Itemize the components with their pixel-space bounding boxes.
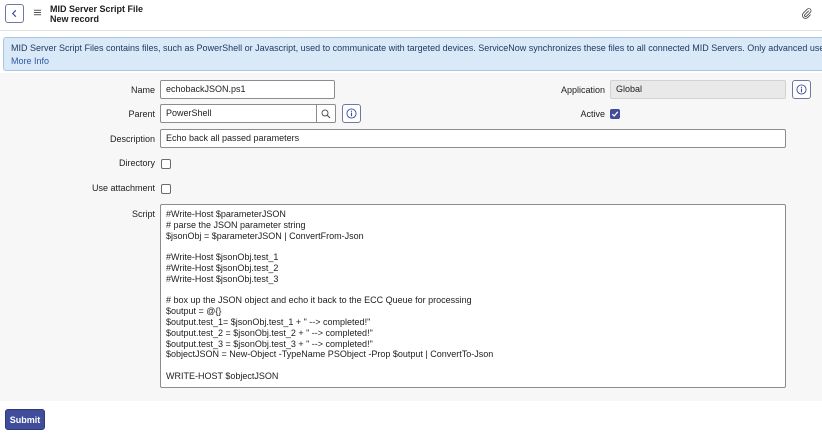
banner-text: MID Server Script Files contains files, …: [11, 43, 822, 53]
script-line: $output.test_1= $jsonObj.test_1 + " --> …: [166, 316, 371, 327]
active-label: Active: [580, 109, 605, 119]
record-form: Name echobackJSON.ps1 Application Global…: [0, 73, 822, 401]
hamburger-menu-icon[interactable]: [33, 8, 42, 17]
info-icon: [346, 108, 357, 119]
script-line: $output = @{}: [166, 306, 222, 317]
description-label: Description: [109, 134, 155, 144]
title-block: MID Server Script File New record: [50, 4, 143, 24]
parent-field[interactable]: PowerShell: [160, 104, 317, 123]
active-checkbox[interactable]: [610, 109, 620, 119]
description-field[interactable]: Echo back all passed parameters: [160, 129, 786, 148]
script-line: [166, 241, 780, 252]
search-icon: [321, 109, 331, 118]
info-banner: MID Server Script Files contains files, …: [3, 37, 822, 71]
name-label: Name: [130, 85, 155, 95]
script-line: #Write-Host $jsonObj.test_1: [166, 252, 279, 263]
script-line: #Write-Host $parameterJSON: [166, 209, 286, 219]
script-line: $jsonObj = $parameterJSON | ConvertFrom-…: [166, 230, 364, 241]
name-field[interactable]: echobackJSON.ps1: [160, 80, 335, 99]
script-editor[interactable]: #Write-Host $parameterJSON # parse the JS…: [160, 204, 786, 388]
script-line: [166, 285, 780, 296]
chevron-left-icon: [11, 9, 17, 18]
script-line: #Write-Host $jsonObj.test_2: [166, 262, 279, 273]
script-line: $objectJSON = New-Object -TypeName PSObj…: [166, 349, 494, 360]
script-line: $output.test_2 = $jsonObj.test_2 + " -->…: [166, 327, 373, 338]
script-line: $output.test_3 = $jsonObj.test_3 + " -->…: [166, 338, 373, 349]
use-attachment-label: Use attachment: [91, 183, 155, 193]
back-button[interactable]: [5, 4, 24, 23]
more-info-link[interactable]: More Info: [11, 55, 822, 68]
info-icon: [796, 84, 807, 95]
script-line: #Write-Host $jsonObj.test_3: [166, 273, 279, 284]
script-line: WRITE-HOST $objectJSON: [166, 370, 279, 381]
script-line: # parse the JSON parameter string: [166, 219, 306, 230]
script-line: # box up the JSON object and echo it bac…: [166, 295, 472, 306]
page-subtitle: New record: [50, 14, 100, 24]
application-field: Global: [610, 80, 786, 99]
parent-lookup-button[interactable]: [316, 104, 336, 123]
paperclip-icon[interactable]: [801, 7, 812, 20]
use-attachment-checkbox[interactable]: [161, 184, 171, 194]
page-title: MID Server Script File: [50, 4, 144, 14]
parent-info-button[interactable]: [342, 104, 361, 123]
parent-label: Parent: [128, 109, 155, 119]
script-label: Script: [131, 209, 155, 219]
directory-checkbox[interactable]: [161, 159, 171, 169]
script-line: [166, 360, 780, 371]
application-info-button[interactable]: [792, 80, 811, 99]
directory-label: Directory: [118, 158, 155, 168]
record-header: MID Server Script File New record: [0, 0, 822, 31]
submit-button[interactable]: Submit: [5, 409, 45, 430]
application-label: Application: [560, 85, 605, 95]
checkmark-icon: [611, 111, 619, 117]
